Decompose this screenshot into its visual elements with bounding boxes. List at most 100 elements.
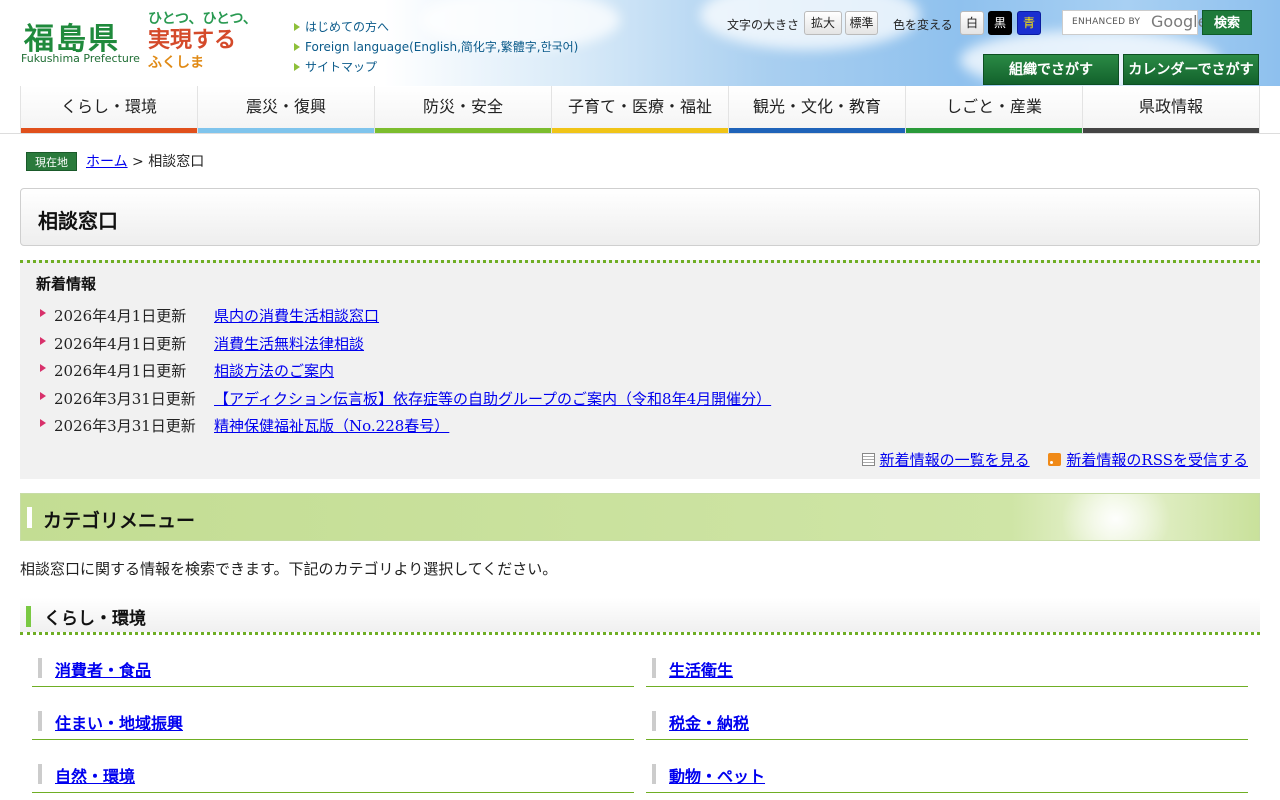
breadcrumb-home-link[interactable]: ホーム [86, 154, 128, 170]
color-change-label: 色を変える [893, 18, 953, 32]
search-enhanced-label: ENHANCED BY [1072, 17, 1141, 27]
news-item: 2026年4月1日更新 消費生活無料法律相談 [38, 331, 1138, 359]
nav-item-living[interactable]: くらし・環境 [20, 86, 198, 133]
text-size-default-button[interactable]: 標準 [845, 11, 878, 35]
slogan-logo: ひとつ、ひとつ、 実現する ふくしま [148, 8, 257, 80]
news-date: 2026年4月1日更新 [54, 362, 187, 380]
item-bar [652, 764, 656, 784]
category-link-housing[interactable]: 住まい・地域振興 [55, 710, 183, 734]
category-item: 住まい・地域振興 [32, 710, 634, 740]
text-size-label: 文字の大きさ [727, 18, 800, 32]
category-link-nature-environment[interactable]: 自然・環境 [55, 763, 135, 787]
google-logo: Google [1151, 12, 1208, 31]
category-subheading: くらし・環境 [20, 598, 1260, 635]
search-input[interactable]: ENHANCED BY Google [1062, 10, 1207, 35]
nav-item-disaster-recovery[interactable]: 震災・復興 [198, 86, 375, 133]
slogan-line: 実現する [148, 28, 237, 53]
text-size-up-button[interactable]: 拡大 [804, 11, 842, 35]
news-link[interactable]: 相談方法のご案内 [214, 360, 334, 381]
slogan-line: ふくしま [148, 55, 204, 71]
news-item: 2026年3月31日更新 精神保健福祉瓦版（No.228春号） [38, 413, 1138, 441]
nav-item-label: 子育て・医療・福祉 [567, 97, 712, 116]
nav-item-prefecture-info[interactable]: 県政情報 [1083, 86, 1260, 133]
arrow-icon [40, 309, 46, 317]
first-visit-link[interactable]: はじめての方へ [294, 17, 578, 37]
page-title-box: 相談窓口 [20, 188, 1260, 246]
nav-item-label: くらし・環境 [60, 97, 157, 116]
news-link[interactable]: 精神保健福祉瓦版（No.228春号） [214, 415, 449, 436]
news-section: 新着情報 2026年4月1日更新 県内の消費生活相談窓口 2026年4月1日更新… [20, 260, 1260, 479]
news-date: 2026年3月31日更新 [54, 389, 196, 408]
search-button[interactable]: 検索 [1202, 10, 1252, 35]
category-menu-header: カテゴリメニュー [20, 493, 1260, 541]
list-icon [861, 453, 875, 466]
category-item: 消費者・食品 [32, 657, 634, 687]
news-list-link[interactable]: 新着情報の一覧を見る [880, 451, 1030, 469]
arrow-icon [40, 364, 46, 372]
nav-item-childcare-medical[interactable]: 子育て・医療・福祉 [552, 86, 729, 133]
site-logo-subtitle: Fukushima Prefecture [21, 52, 140, 65]
item-bar [38, 764, 42, 784]
calendar-search-button[interactable]: カレンダーでさがす [1123, 54, 1259, 85]
nav-item-label: 県政情報 [1138, 97, 1203, 116]
breadcrumb-current: 相談窓口 [148, 154, 205, 170]
news-item: 2026年4月1日更新 県内の消費生活相談窓口 [38, 303, 1138, 331]
arrow-icon [40, 336, 46, 345]
news-item: 2026年3月31日更新 【アディクション伝言板】依存症等の自助グループのご案内… [38, 386, 1138, 414]
nav-item-safety[interactable]: 防災・安全 [375, 86, 552, 133]
news-link[interactable]: 県内の消費生活相談窓口 [214, 305, 379, 326]
news-list: 2026年4月1日更新 県内の消費生活相談窓口 2026年4月1日更新 消費生活… [38, 303, 1138, 441]
category-link-hygiene[interactable]: 生活衛生 [669, 657, 733, 681]
color-white-button[interactable]: 白 [960, 11, 984, 35]
slogan-line: ひとつ、ひとつ、 [148, 11, 257, 27]
category-item: 税金・納税 [646, 710, 1248, 740]
category-item: 自然・環境 [32, 763, 634, 793]
item-bar [652, 658, 656, 678]
nav-item-tourism-culture[interactable]: 観光・文化・教育 [729, 86, 906, 133]
category-link-consumer-food[interactable]: 消費者・食品 [55, 657, 151, 681]
category-subheading-title: くらし・環境 [44, 609, 146, 629]
site-header: 福島県 Fukushima Prefecture ひとつ、ひとつ、 実現する ふ… [0, 0, 1280, 86]
foreign-language-link[interactable]: Foreign language(English,简化字,繁體字,한국어) [294, 37, 578, 57]
item-bar [38, 658, 42, 678]
category-item: 生活衛生 [646, 657, 1248, 687]
current-location-badge: 現在地 [26, 152, 77, 171]
nav-item-work-industry[interactable]: しごと・産業 [906, 86, 1083, 133]
news-rss-link[interactable]: 新着情報のRSSを受信する [1066, 451, 1248, 469]
nav-divider [0, 133, 1280, 134]
news-date: 2026年3月31日更新 [54, 417, 196, 435]
news-footer: 新着情報の一覧を見る 新着情報のRSSを受信する [861, 449, 1248, 470]
decorative-glow [1061, 494, 1171, 540]
news-link[interactable]: 消費生活無料法律相談 [214, 333, 364, 354]
arrow-icon [40, 419, 46, 427]
color-black-button[interactable]: 黒 [988, 11, 1012, 35]
category-menu-title: カテゴリメニュー [43, 510, 196, 532]
news-link[interactable]: 【アディクション伝言板】依存症等の自助グループのご案内（令和8年4月開催分） [214, 388, 771, 409]
utility-links: はじめての方へ Foreign language(English,简化字,繁體字… [294, 17, 578, 77]
category-link-tax[interactable]: 税金・納税 [669, 710, 749, 734]
nav-item-label: 観光・文化・教育 [752, 97, 881, 116]
news-heading: 新着情報 [36, 275, 97, 293]
sitemap-link[interactable]: サイトマップ [294, 57, 578, 77]
category-item: 動物・ペット [646, 763, 1248, 793]
category-link-animals-pets[interactable]: 動物・ペット [669, 763, 765, 787]
category-description: 相談窓口に関する情報を検索できます。下記のカテゴリより選択してください。 [20, 560, 558, 578]
nav-item-label: 防災・安全 [422, 97, 503, 116]
news-date: 2026年4月1日更新 [54, 307, 187, 325]
item-bar [652, 711, 656, 731]
color-blue-button[interactable]: 青 [1017, 11, 1041, 35]
heading-accent-bar [27, 507, 32, 528]
global-nav: くらし・環境 震災・復興 防災・安全 子育て・医療・福祉 観光・文化・教育 しご… [20, 86, 1260, 133]
item-bar [38, 711, 42, 731]
breadcrumb: ホーム > 相談窓口 [86, 153, 204, 171]
nav-item-label: しごと・産業 [945, 97, 1042, 116]
news-date: 2026年4月1日更新 [54, 334, 187, 353]
rss-icon [1048, 453, 1062, 466]
breadcrumb-separator: > [132, 154, 144, 170]
page-title: 相談窓口 [38, 209, 118, 233]
heading-accent-bar [26, 606, 31, 627]
organization-search-button[interactable]: 組織でさがす [983, 54, 1119, 85]
arrow-icon [40, 391, 46, 400]
nav-item-label: 震災・復興 [245, 97, 326, 116]
news-item: 2026年4月1日更新 相談方法のご案内 [38, 358, 1138, 386]
